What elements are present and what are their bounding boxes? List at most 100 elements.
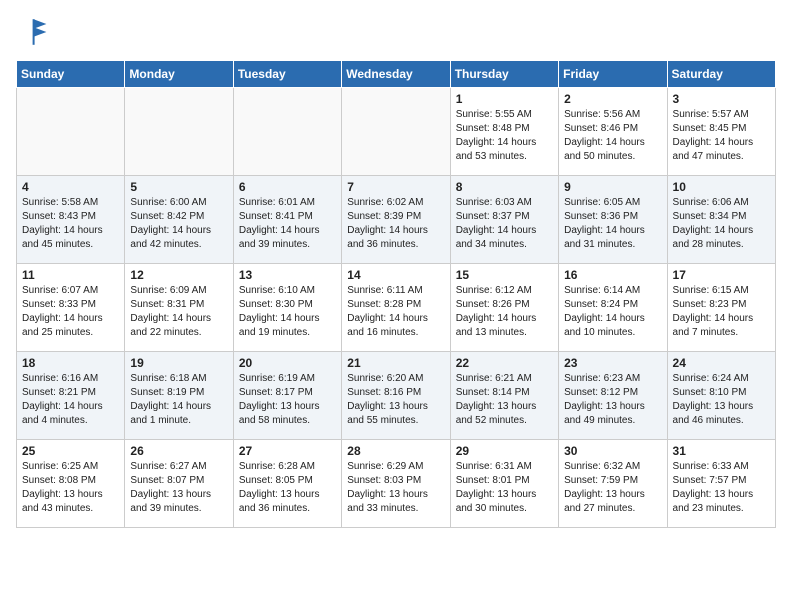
day-number: 5 (130, 180, 227, 194)
calendar-cell: 13 Sunrise: 6:10 AM Sunset: 8:30 PM Dayli… (233, 264, 341, 352)
day-number: 2 (564, 92, 661, 106)
day-number: 22 (456, 356, 553, 370)
calendar-week-3: 18 Sunrise: 6:16 AM Sunset: 8:21 PM Dayli… (17, 352, 776, 440)
calendar-cell (233, 88, 341, 176)
calendar-cell: 31Sunrise: 6:33 AM Sunset: 7:57 PM Dayli… (667, 440, 775, 528)
calendar-cell: 6Sunrise: 6:01 AM Sunset: 8:41 PM Daylig… (233, 176, 341, 264)
calendar-week-1: 4 Sunrise: 5:58 AM Sunset: 8:43 PM Daylig… (17, 176, 776, 264)
day-number: 10 (673, 180, 770, 194)
calendar-cell: 21 Sunrise: 6:20 AM Sunset: 8:16 PM Dayli… (342, 352, 450, 440)
day-content: Sunrise: 6:27 AM Sunset: 8:07 PM Dayligh… (130, 460, 227, 516)
page-header (16, 16, 776, 48)
day-content: Sunrise: 5:55 AM Sunset: 8:48 PM Dayligh… (456, 108, 553, 164)
day-number: 1 (456, 92, 553, 106)
weekday-header-saturday: Saturday (667, 61, 775, 88)
calendar-cell: 2 Sunrise: 5:56 AM Sunset: 8:46 PM Daylig… (559, 88, 667, 176)
day-content: Sunrise: 6:09 AM Sunset: 8:31 PM Dayligh… (130, 284, 227, 340)
day-number: 30 (564, 444, 661, 458)
calendar-cell: 30Sunrise: 6:32 AM Sunset: 7:59 PM Dayli… (559, 440, 667, 528)
day-number: 4 (22, 180, 119, 194)
calendar-cell: 5 Sunrise: 6:00 AM Sunset: 8:42 PM Daylig… (125, 176, 233, 264)
calendar-table: SundayMondayTuesdayWednesdayThursdayFrid… (16, 60, 776, 528)
calendar-cell: 19Sunrise: 6:18 AM Sunset: 8:19 PM Dayli… (125, 352, 233, 440)
day-content: Sunrise: 6:05 AM Sunset: 8:36 PM Dayligh… (564, 196, 661, 252)
weekday-header-thursday: Thursday (450, 61, 558, 88)
day-content: Sunrise: 6:10 AM Sunset: 8:30 PM Dayligh… (239, 284, 336, 340)
day-number: 27 (239, 444, 336, 458)
day-number: 19 (130, 356, 227, 370)
day-content: Sunrise: 5:58 AM Sunset: 8:43 PM Dayligh… (22, 196, 119, 252)
day-content: Sunrise: 6:25 AM Sunset: 8:08 PM Dayligh… (22, 460, 119, 516)
calendar-cell: 18 Sunrise: 6:16 AM Sunset: 8:21 PM Dayli… (17, 352, 125, 440)
logo (16, 16, 52, 48)
day-number: 15 (456, 268, 553, 282)
day-number: 24 (673, 356, 770, 370)
day-content: Sunrise: 6:31 AM Sunset: 8:01 PM Dayligh… (456, 460, 553, 516)
day-content: Sunrise: 6:29 AM Sunset: 8:03 PM Dayligh… (347, 460, 444, 516)
day-number: 16 (564, 268, 661, 282)
day-number: 21 (347, 356, 444, 370)
day-content: Sunrise: 6:02 AM Sunset: 8:39 PM Dayligh… (347, 196, 444, 252)
calendar-cell: 15 Sunrise: 6:12 AM Sunset: 8:26 PM Dayli… (450, 264, 558, 352)
day-content: Sunrise: 6:07 AM Sunset: 8:33 PM Dayligh… (22, 284, 119, 340)
calendar-cell: 25Sunrise: 6:25 AM Sunset: 8:08 PM Dayli… (17, 440, 125, 528)
calendar-cell: 8 Sunrise: 6:03 AM Sunset: 8:37 PM Daylig… (450, 176, 558, 264)
day-content: Sunrise: 6:06 AM Sunset: 8:34 PM Dayligh… (673, 196, 770, 252)
day-number: 3 (673, 92, 770, 106)
calendar-cell (342, 88, 450, 176)
day-content: Sunrise: 5:57 AM Sunset: 8:45 PM Dayligh… (673, 108, 770, 164)
day-content: Sunrise: 6:28 AM Sunset: 8:05 PM Dayligh… (239, 460, 336, 516)
calendar-cell: 26 Sunrise: 6:27 AM Sunset: 8:07 PM Dayli… (125, 440, 233, 528)
calendar-cell: 9 Sunrise: 6:05 AM Sunset: 8:36 PM Daylig… (559, 176, 667, 264)
calendar-cell (125, 88, 233, 176)
day-number: 9 (564, 180, 661, 194)
calendar-cell: 1 Sunrise: 5:55 AM Sunset: 8:48 PM Daylig… (450, 88, 558, 176)
day-number: 23 (564, 356, 661, 370)
calendar-cell: 29Sunrise: 6:31 AM Sunset: 8:01 PM Dayli… (450, 440, 558, 528)
calendar-body: 1 Sunrise: 5:55 AM Sunset: 8:48 PM Daylig… (17, 88, 776, 528)
calendar-cell: 24Sunrise: 6:24 AM Sunset: 8:10 PM Dayli… (667, 352, 775, 440)
calendar-cell: 27 Sunrise: 6:28 AM Sunset: 8:05 PM Dayli… (233, 440, 341, 528)
logo-icon (16, 16, 48, 48)
weekday-header-monday: Monday (125, 61, 233, 88)
day-number: 13 (239, 268, 336, 282)
day-number: 11 (22, 268, 119, 282)
day-content: Sunrise: 6:23 AM Sunset: 8:12 PM Dayligh… (564, 372, 661, 428)
day-number: 6 (239, 180, 336, 194)
day-number: 7 (347, 180, 444, 194)
weekday-header-friday: Friday (559, 61, 667, 88)
day-number: 26 (130, 444, 227, 458)
calendar-cell: 14Sunrise: 6:11 AM Sunset: 8:28 PM Dayli… (342, 264, 450, 352)
day-content: Sunrise: 5:56 AM Sunset: 8:46 PM Dayligh… (564, 108, 661, 164)
day-number: 28 (347, 444, 444, 458)
calendar-cell: 20Sunrise: 6:19 AM Sunset: 8:17 PM Dayli… (233, 352, 341, 440)
day-content: Sunrise: 6:03 AM Sunset: 8:37 PM Dayligh… (456, 196, 553, 252)
day-content: Sunrise: 6:12 AM Sunset: 8:26 PM Dayligh… (456, 284, 553, 340)
calendar-header: SundayMondayTuesdayWednesdayThursdayFrid… (17, 61, 776, 88)
day-number: 12 (130, 268, 227, 282)
day-content: Sunrise: 6:16 AM Sunset: 8:21 PM Dayligh… (22, 372, 119, 428)
calendar-cell: 3 Sunrise: 5:57 AM Sunset: 8:45 PM Daylig… (667, 88, 775, 176)
calendar-cell: 28 Sunrise: 6:29 AM Sunset: 8:03 PM Dayli… (342, 440, 450, 528)
day-number: 20 (239, 356, 336, 370)
day-content: Sunrise: 6:14 AM Sunset: 8:24 PM Dayligh… (564, 284, 661, 340)
calendar-cell: 7 Sunrise: 6:02 AM Sunset: 8:39 PM Daylig… (342, 176, 450, 264)
calendar-cell: 11 Sunrise: 6:07 AM Sunset: 8:33 PM Dayli… (17, 264, 125, 352)
calendar-week-4: 25Sunrise: 6:25 AM Sunset: 8:08 PM Dayli… (17, 440, 776, 528)
day-content: Sunrise: 6:21 AM Sunset: 8:14 PM Dayligh… (456, 372, 553, 428)
day-number: 17 (673, 268, 770, 282)
weekday-header-tuesday: Tuesday (233, 61, 341, 88)
day-number: 18 (22, 356, 119, 370)
calendar-week-2: 11 Sunrise: 6:07 AM Sunset: 8:33 PM Dayli… (17, 264, 776, 352)
day-number: 8 (456, 180, 553, 194)
day-content: Sunrise: 6:20 AM Sunset: 8:16 PM Dayligh… (347, 372, 444, 428)
calendar-cell: 16 Sunrise: 6:14 AM Sunset: 8:24 PM Dayli… (559, 264, 667, 352)
weekday-header-sunday: Sunday (17, 61, 125, 88)
weekday-header-row: SundayMondayTuesdayWednesdayThursdayFrid… (17, 61, 776, 88)
day-content: Sunrise: 6:00 AM Sunset: 8:42 PM Dayligh… (130, 196, 227, 252)
day-number: 31 (673, 444, 770, 458)
calendar-cell: 10 Sunrise: 6:06 AM Sunset: 8:34 PM Dayli… (667, 176, 775, 264)
day-content: Sunrise: 6:15 AM Sunset: 8:23 PM Dayligh… (673, 284, 770, 340)
calendar-cell: 17 Sunrise: 6:15 AM Sunset: 8:23 PM Dayli… (667, 264, 775, 352)
weekday-header-wednesday: Wednesday (342, 61, 450, 88)
